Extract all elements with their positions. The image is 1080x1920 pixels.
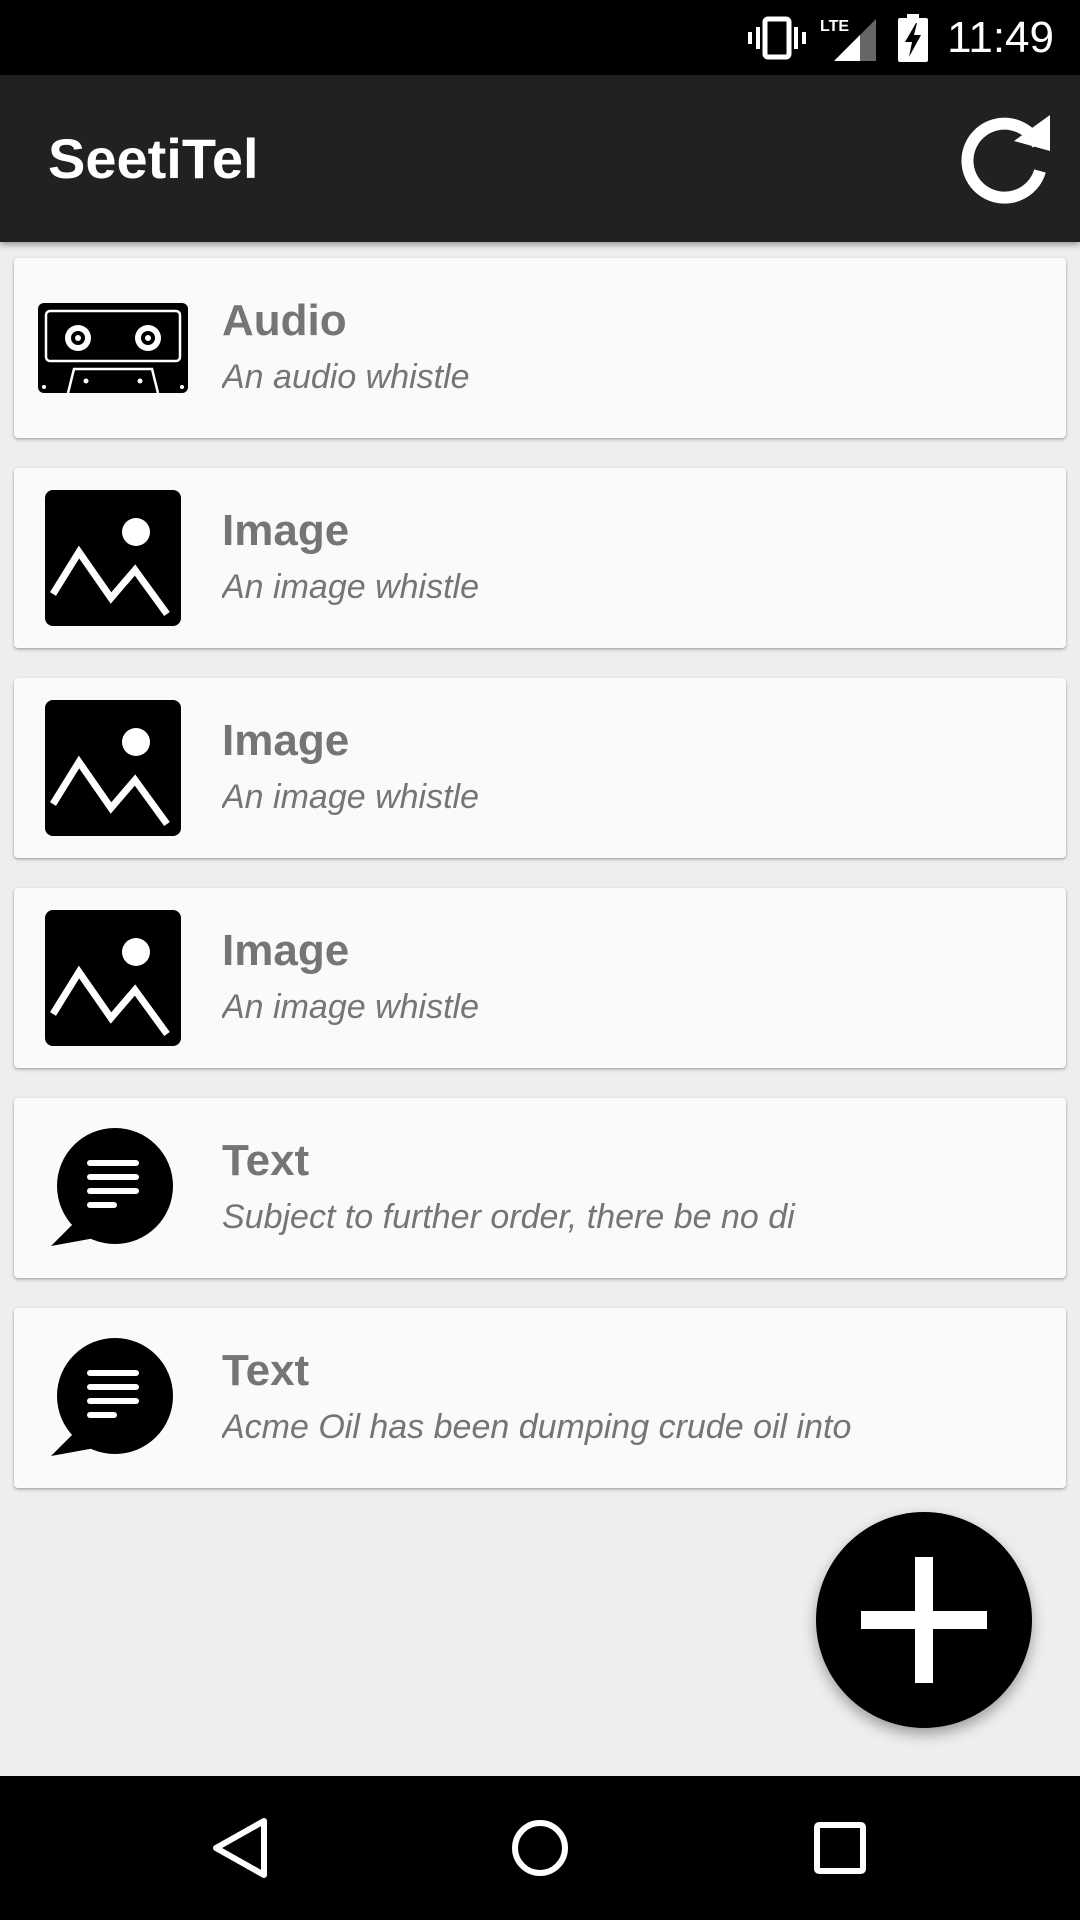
item-subtitle: An audio whistle [222,358,470,396]
status-bar: LTE 11:49 [0,0,1080,75]
item-subtitle: Acme Oil has been dumping crude oil into [222,1408,852,1446]
image-icon [38,490,188,626]
list-item[interactable]: Audio An audio whistle [14,258,1066,438]
item-title: Image [222,926,350,975]
whistle-list: Audio An audio whistle Image An image wh… [14,258,1066,1518]
app-bar: SeetiTel [0,75,1080,242]
list-item[interactable]: Image An image whistle [14,468,1066,648]
item-subtitle: An image whistle [222,568,480,606]
status-clock: 11:49 [947,12,1054,62]
system-nav-bar [0,1776,1080,1920]
app-title: SeetiTel [48,127,259,190]
nav-home-button[interactable] [468,1776,612,1920]
item-title: Text [222,1136,310,1185]
item-title: Text [222,1346,310,1395]
cassette-tape-icon [38,283,188,413]
list-item[interactable]: Image An image whistle [14,678,1066,858]
item-subtitle: An image whistle [222,988,480,1026]
home-icon [512,1820,568,1876]
refresh-button[interactable] [950,105,1058,213]
refresh-icon [961,115,1050,204]
list-item[interactable]: Text Acme Oil has been dumping crude oil… [14,1308,1066,1488]
lte-label: LTE [820,18,849,35]
back-icon [213,1818,267,1878]
chat-bubble-text-icon [38,1333,188,1463]
plus-icon [861,1557,987,1683]
lte-signal-icon: LTE [820,0,876,75]
nav-recents-button[interactable] [768,1776,912,1920]
item-title: Image [222,506,350,555]
recents-icon [814,1822,866,1874]
item-subtitle: Subject to further order, there be no di [222,1198,795,1236]
list-item[interactable]: Text Subject to further order, there be … [14,1098,1066,1278]
chat-bubble-text-icon [38,1123,188,1253]
item-title: Audio [222,296,347,345]
item-title: Image [222,716,350,765]
list-item[interactable]: Image An image whistle [14,888,1066,1068]
image-icon [38,910,188,1046]
image-icon [38,700,188,836]
nav-back-button[interactable] [168,1776,312,1920]
item-subtitle: An image whistle [222,778,480,816]
battery-charging-icon [898,0,928,75]
add-whistle-fab[interactable] [816,1512,1032,1728]
vibrate-icon [748,0,806,75]
